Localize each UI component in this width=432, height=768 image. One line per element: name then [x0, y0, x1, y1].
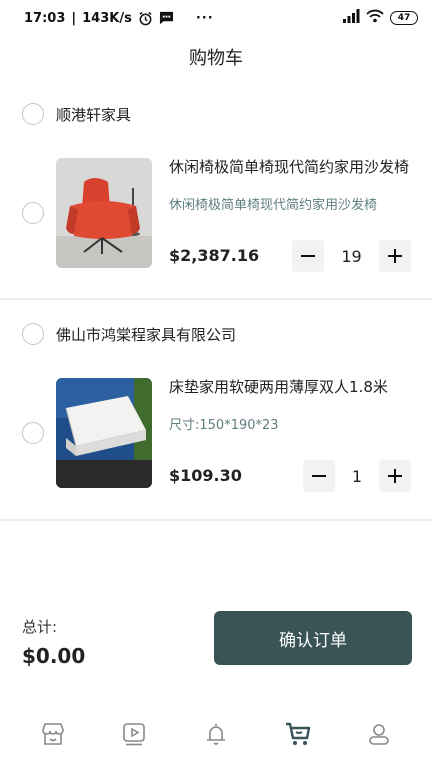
minus-icon: [312, 475, 326, 477]
product-price: $109.30: [169, 466, 242, 485]
minus-icon: [301, 255, 315, 257]
store-section: 顺港轩家具 休闲椅极简单椅现代简约家用沙发椅 休闲椅极简单椅现代简约家用沙发椅 …: [0, 90, 432, 300]
plus-icon: [388, 469, 402, 483]
nav-item-notifications[interactable]: [186, 708, 246, 760]
status-left: 17:03 | 143K/s ···: [24, 11, 214, 26]
item-select-radio[interactable]: [22, 202, 44, 224]
status-bar: 17:03 | 143K/s ··· 47: [0, 0, 432, 36]
product-spec: 尺寸:150*190*23: [169, 418, 279, 433]
product-title[interactable]: 休闲椅极简单椅现代简约家用沙发椅: [169, 156, 415, 177]
battery-indicator: 47: [390, 11, 418, 25]
product-price: $2,387.16: [169, 246, 260, 265]
page-title: 购物车: [189, 48, 243, 69]
store-name: 顺港轩家具: [56, 105, 132, 124]
store-header: 佛山市鸿棠程家具有限公司: [22, 323, 236, 345]
nav-item-profile[interactable]: [349, 708, 409, 760]
product-title[interactable]: 床垫家用软硬两用薄厚双人1.8米: [169, 376, 415, 397]
product-image[interactable]: [56, 158, 152, 268]
message-icon: [159, 11, 174, 25]
increase-button[interactable]: [379, 460, 411, 492]
quantity-value[interactable]: 19: [324, 247, 379, 266]
store-select-radio[interactable]: [22, 323, 44, 345]
status-time: 17:03: [24, 10, 66, 26]
product-spec: 休闲椅极简单椅现代简约家用沙发椅: [169, 198, 378, 213]
cart-item: 床垫家用软硬两用薄厚双人1.8米 尺寸:150*190*23 $109.30 1: [0, 376, 432, 492]
status-right: 47: [342, 9, 418, 27]
total-value: $0.00: [22, 644, 86, 668]
store-name: 佛山市鸿棠程家具有限公司: [56, 325, 237, 344]
user-icon: [369, 724, 389, 745]
store-section: 佛山市鸿棠程家具有限公司 床垫家用软硬两用薄厚双人1.8米 尺寸:150*190…: [0, 310, 432, 521]
alarm-icon: [138, 11, 153, 26]
signal-icon: [342, 9, 360, 27]
bell-icon: [206, 724, 225, 745]
cart-icon: [285, 722, 310, 745]
video-icon: [123, 723, 146, 746]
nav-item-video[interactable]: [104, 708, 164, 760]
title-bar: 购物车: [0, 36, 432, 78]
quantity-stepper: 19: [292, 240, 411, 272]
confirm-order-button[interactable]: 确认订单: [214, 611, 412, 665]
more-notifications: ···: [195, 10, 214, 26]
wifi-icon: [366, 9, 384, 27]
item-select-radio[interactable]: [22, 422, 44, 444]
store-select-radio[interactable]: [22, 103, 44, 125]
status-separator: |: [71, 10, 77, 26]
quantity-value[interactable]: 1: [335, 467, 379, 486]
nav-item-shop[interactable]: [23, 708, 83, 760]
quantity-stepper: 1: [303, 460, 411, 492]
increase-button[interactable]: [379, 240, 411, 272]
nav-item-cart[interactable]: [268, 708, 328, 760]
total-label: 总计:: [22, 618, 58, 636]
network-speed: 143K/s: [82, 10, 132, 26]
bottom-nav: [0, 700, 432, 768]
product-image[interactable]: [56, 378, 152, 488]
decrease-button[interactable]: [303, 460, 335, 492]
shop-icon: [41, 723, 64, 745]
plus-icon: [388, 249, 402, 263]
decrease-button[interactable]: [292, 240, 324, 272]
store-header: 顺港轩家具: [22, 103, 131, 125]
cart-item: 休闲椅极简单椅现代简约家用沙发椅 休闲椅极简单椅现代简约家用沙发椅 $2,387…: [0, 156, 432, 272]
